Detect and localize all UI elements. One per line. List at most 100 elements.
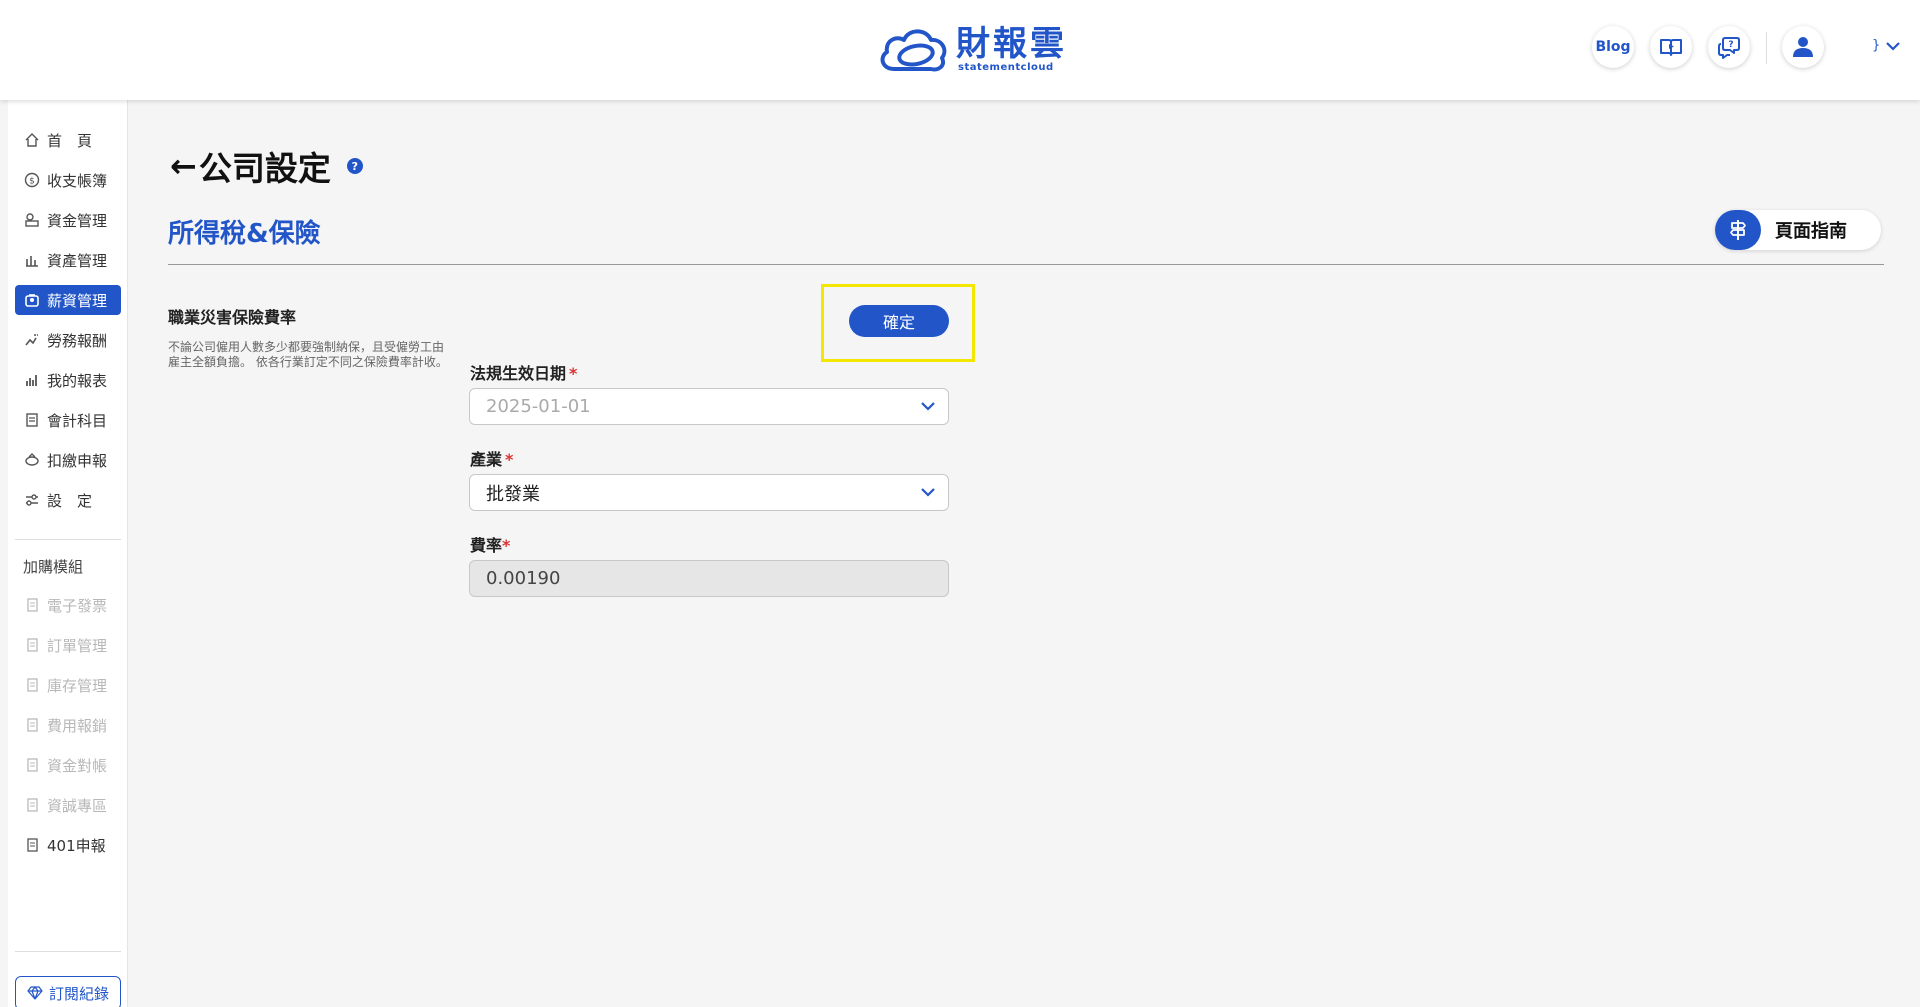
chat-question-icon: ? [1718,37,1740,59]
chart-icon [23,371,41,389]
handshake-icon [23,331,41,349]
page-guide-button[interactable]: 頁面指南 [1715,210,1881,250]
sidebar-item-orders[interactable]: 訂單管理 [15,630,121,660]
brand-logo[interactable]: 財報雲 statementcloud [876,22,1067,78]
back-arrow-icon[interactable]: ← [170,147,197,185]
settings-icon [23,491,41,509]
sidebar-item-settings[interactable]: 設 定 [15,485,121,515]
tutorial-button[interactable] [1650,26,1692,68]
sidebar-item-assets[interactable]: 資產管理 [15,245,121,275]
user-icon [1793,37,1813,57]
rate-label-text: 費率 [470,536,503,555]
help-icon[interactable]: ? [346,158,363,174]
sidebar-item-label: 費用報銷 [47,716,108,735]
chevron-down-icon [1886,41,1901,51]
required-mark: * [569,364,578,383]
subscription-record-button[interactable]: 訂閱紀錄 [15,976,121,1007]
cloud-logo-icon [880,29,947,72]
sidebar-item-label: 收支帳簿 [47,171,108,190]
sidebar-item-e-invoice[interactable]: 電子發票 [15,590,121,620]
sidebar-item-label: 勞務報酬 [47,331,108,350]
sidebar-item-label: 訂單管理 [47,636,108,655]
sidebar-item-label: 我的報表 [47,371,108,390]
top-header: 財報雲 statementcloud Blog ? } [0,0,1920,100]
sidebar-item-reports[interactable]: 我的報表 [15,365,121,395]
cash-icon [23,211,41,229]
svg-text:$: $ [29,177,35,187]
blog-label: Blog [1595,39,1631,55]
main-content: ← 公司設定 ? 所得稅&保險 頁面指南 職業災害保險費率 不論公司僱用人數多少… [128,100,1920,1007]
industry-label: 產業 * [470,446,513,470]
page-title: ← 公司設定 ? [170,142,363,190]
user-name-text: } [1872,38,1881,53]
sidebar-item-service-fees[interactable]: 勞務報酬 [15,325,121,355]
rate-value: 0.00190 [486,568,561,589]
sidebar-item-label: 401申報 [47,836,106,855]
module-icon [23,636,41,654]
signpost-icon [1715,210,1761,250]
industry-label-text: 產業 [470,450,503,469]
module-icon [23,756,41,774]
svg-text:?: ? [1728,40,1733,50]
user-menu-toggle[interactable]: } [1872,38,1901,53]
sidebar-item-expenses[interactable]: 費用報銷 [15,710,121,740]
diamond-icon [27,986,43,1000]
coin-icon: $ [23,171,41,189]
header-divider [1766,32,1767,64]
required-mark: * [505,450,514,469]
sidebar: 首 頁 $ 收支帳簿 資金管理 資產管理 薪資管理 勞務報酬 我的報表 會計科目… [8,100,128,1007]
section-title: 所得稅&保險 [168,219,321,249]
rate-field: 0.00190 [469,560,949,597]
effective-date-label: 法規生效日期 * [470,360,577,384]
subscription-label: 訂閱紀錄 [48,984,109,1003]
ledger-icon [23,411,41,429]
sidebar-item-ledger-book[interactable]: $ 收支帳簿 [15,165,121,195]
sidebar-item-salary[interactable]: 薪資管理 [15,285,121,315]
user-avatar-button[interactable] [1782,26,1824,68]
chevron-down-icon [921,488,935,497]
industry-value: 批發業 [486,483,540,505]
sidebar-item-label: 扣繳申報 [47,451,108,470]
sidebar-item-reconciliation[interactable]: 資金對帳 [15,750,121,780]
sidebar-item-funds[interactable]: 資金管理 [15,205,121,235]
support-button[interactable]: ? [1708,26,1750,68]
industry-select[interactable]: 批發業 [469,474,949,511]
effective-date-select[interactable]: 2025-01-01 [469,388,949,425]
effective-date-value: 2025-01-01 [486,396,591,417]
sidebar-item-pwc-zone[interactable]: 資誠專區 [15,790,121,820]
sidebar-item-withholding[interactable]: 扣繳申報 [15,445,121,475]
sidebar-item-label: 首 頁 [47,131,93,150]
page-title-text: 公司設定 [198,149,331,188]
addon-section-title: 加購模組 [23,558,84,576]
sidebar-item-label: 設 定 [47,491,93,510]
sidebar-item-accounts[interactable]: 會計科目 [15,405,121,435]
sidebar-item-401-filing[interactable]: 401申報 [15,830,121,860]
sidebar-item-label: 薪資管理 [47,291,108,310]
logo-sub-text: statementcloud [958,62,1054,73]
confirm-button[interactable]: 確定 [849,305,949,337]
module-icon [23,796,41,814]
logo-text: 財報雲 statementcloud [956,26,1067,74]
sidebar-item-label: 資金對帳 [47,756,108,775]
salary-icon [23,291,41,309]
sidebar-divider [15,951,121,952]
sidebar-item-label: 資金管理 [47,211,108,230]
rate-label: 費率* [470,532,510,556]
video-book-icon [1660,39,1682,56]
asset-icon [23,251,41,269]
sidebar-item-label: 電子發票 [47,596,108,615]
tax-icon [23,451,41,469]
sidebar-item-inventory[interactable]: 庫存管理 [15,670,121,700]
field-description: 不論公司僱用人數多少都要強制納保，且受僱勞工由雇主全額負擔。 依各行業訂定不同之… [168,340,448,369]
module-icon [23,716,41,734]
blog-button[interactable]: Blog [1592,26,1634,68]
section-divider [168,264,1884,265]
required-mark: * [502,536,511,555]
effective-date-label-text: 法規生效日期 [470,364,567,383]
page-guide-label: 頁面指南 [1775,221,1847,242]
sidebar-divider [15,539,121,540]
sidebar-item-label: 資產管理 [47,251,108,270]
sidebar-item-label: 會計科目 [47,411,108,430]
module-icon [23,676,41,694]
sidebar-item-home[interactable]: 首 頁 [15,125,121,155]
